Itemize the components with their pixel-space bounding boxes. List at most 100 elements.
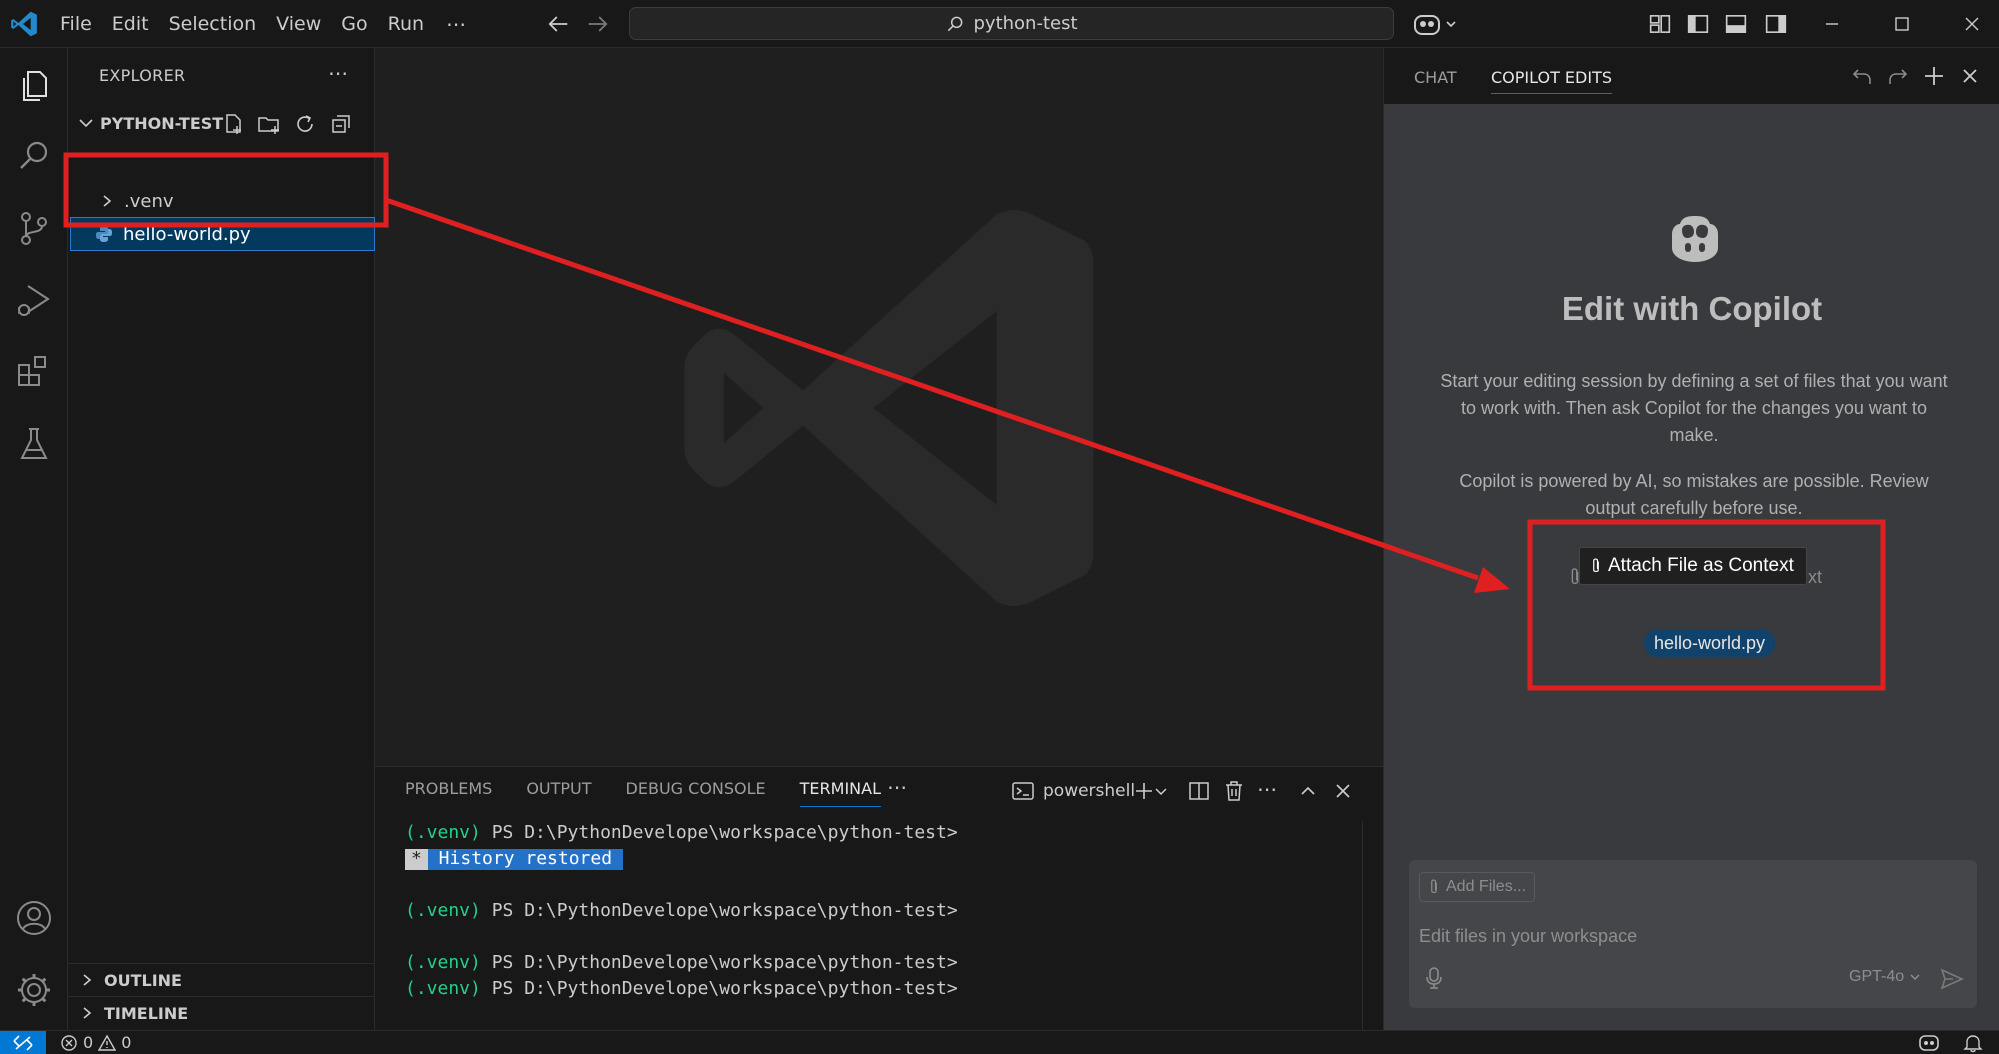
new-file-icon[interactable] xyxy=(220,111,246,137)
menu-view[interactable]: View xyxy=(266,7,331,41)
testing-flask-icon[interactable] xyxy=(14,424,54,464)
close-panel-icon[interactable] xyxy=(1331,779,1355,803)
venv-tag: (.venv) xyxy=(405,978,481,999)
warning-count: 0 xyxy=(121,1033,132,1052)
minimize-icon[interactable] xyxy=(1816,8,1848,40)
maximize-icon[interactable] xyxy=(1886,8,1918,40)
folder-name: PYTHON-TEST xyxy=(100,113,224,133)
venv-tag: (.venv) xyxy=(405,822,481,843)
terminal-scrollbar[interactable] xyxy=(1362,821,1383,1031)
back-arrow-icon[interactable] xyxy=(544,10,572,38)
tree-item-hello-world[interactable]: hello-world.py xyxy=(70,217,375,251)
add-files-button[interactable]: Add Files... xyxy=(1419,872,1536,902)
outline-label: OUTLINE xyxy=(104,970,182,990)
split-terminal-icon[interactable] xyxy=(1187,779,1211,803)
terminal-line: (.venv) PS D:\PythonDevelope\workspace\p… xyxy=(405,978,958,1005)
terminal-more-button[interactable]: ⋯ xyxy=(1257,779,1281,803)
run-and-debug-icon[interactable] xyxy=(14,280,54,320)
undo-icon[interactable] xyxy=(1850,64,1874,88)
outline-section[interactable]: OUTLINE xyxy=(68,963,375,996)
chevron-down-icon xyxy=(1908,970,1922,984)
copilot-title: Edit with Copilot xyxy=(1561,290,1823,327)
forward-arrow-icon[interactable] xyxy=(584,10,612,38)
terminal-output[interactable]: (.venv) PS D:\PythonDevelope\workspace\p… xyxy=(405,822,958,1005)
problems-status[interactable]: 0 0 xyxy=(60,1033,131,1052)
tree-item-label: hello-world.py xyxy=(123,223,251,245)
copilot-header: CHAT COPILOT EDITS xyxy=(1384,48,1999,104)
explorer-sidebar: EXPLORER ⋯ PYTHON-TEST .venv hello-world… xyxy=(68,48,375,1030)
manage-gear-icon[interactable] xyxy=(14,970,54,1010)
remote-indicator-icon[interactable] xyxy=(0,1031,46,1054)
explorer-title: EXPLORER xyxy=(99,66,186,85)
command-center-label: python-test xyxy=(973,13,1078,34)
copilot-status-icon[interactable] xyxy=(1918,1033,1940,1053)
edit-input-placeholder[interactable]: Edit files in your workspace xyxy=(1419,926,1637,947)
chevron-down-icon xyxy=(76,113,96,133)
timeline-section[interactable]: TIMELINE xyxy=(68,996,375,1029)
maximize-panel-chevron-up-icon[interactable] xyxy=(1296,779,1320,803)
explorer-more-button[interactable]: ⋯ xyxy=(328,61,348,85)
copilot-input-box[interactable]: Add Files... Edit files in your workspac… xyxy=(1409,860,1977,1008)
folder-header[interactable]: PYTHON-TEST xyxy=(68,108,375,138)
redo-icon[interactable] xyxy=(1886,64,1910,88)
title-bar: File Edit Selection View Go Run ⋯ python… xyxy=(0,0,1999,48)
tab-terminal[interactable]: TERMINAL xyxy=(799,779,882,807)
tab-copilot-edits[interactable]: COPILOT EDITS xyxy=(1491,68,1613,94)
editor-area xyxy=(375,48,1383,766)
attach-hint-text: xt xyxy=(1808,566,1823,587)
timeline-label: TIMELINE xyxy=(104,1003,189,1023)
extensions-icon[interactable] xyxy=(14,352,54,392)
attached-file-chip[interactable]: hello-world.py xyxy=(1644,629,1776,657)
model-picker[interactable]: GPT-4o xyxy=(1849,968,1922,986)
refresh-icon[interactable] xyxy=(292,111,318,137)
new-edit-session-plus-icon[interactable] xyxy=(1922,64,1946,88)
tab-problems[interactable]: PROBLEMS xyxy=(405,779,492,807)
new-folder-icon[interactable] xyxy=(256,111,282,137)
explorer-icon[interactable] xyxy=(14,66,54,106)
menu-go[interactable]: Go xyxy=(331,7,377,41)
status-bar: 0 0 xyxy=(0,1030,1999,1054)
terminal-selector[interactable]: powershell xyxy=(1011,779,1135,803)
terminal-line: (.venv) PS D:\PythonDevelope\workspace\p… xyxy=(405,822,958,849)
chevron-right-icon xyxy=(98,192,116,210)
accounts-icon[interactable] xyxy=(14,898,54,938)
activity-bar xyxy=(0,48,68,1030)
toggle-primary-sidebar-icon[interactable] xyxy=(1684,10,1712,38)
menu-run[interactable]: Run xyxy=(378,7,434,41)
send-icon[interactable] xyxy=(1939,966,1965,992)
history-star: * xyxy=(405,848,428,870)
terminal-line: (.venv) PS D:\PythonDevelope\workspace\p… xyxy=(405,952,958,979)
tab-debug-console[interactable]: DEBUG CONSOLE xyxy=(626,779,766,807)
add-files-label: Add Files... xyxy=(1446,878,1527,895)
copilot-menu-icon[interactable] xyxy=(1412,10,1460,38)
python-file-icon xyxy=(95,225,113,243)
copilot-disclaimer: Copilot is powered by AI, so mistakes ar… xyxy=(1459,471,1929,518)
tab-output[interactable]: OUTPUT xyxy=(526,779,591,807)
search-icon xyxy=(945,14,965,34)
terminal-line: (.venv) PS D:\PythonDevelope\workspace\p… xyxy=(405,900,958,927)
menu-selection[interactable]: Selection xyxy=(159,7,267,41)
source-control-icon[interactable] xyxy=(14,208,54,248)
chevron-right-icon xyxy=(78,1004,96,1022)
microphone-icon[interactable] xyxy=(1423,966,1445,990)
tab-chat[interactable]: CHAT xyxy=(1414,68,1457,87)
kill-terminal-trash-icon[interactable] xyxy=(1222,779,1246,803)
command-center-search[interactable]: python-test xyxy=(629,7,1394,40)
toggle-secondary-sidebar-icon[interactable] xyxy=(1762,10,1790,38)
search-icon[interactable] xyxy=(14,136,54,176)
notifications-bell-icon[interactable] xyxy=(1962,1033,1984,1053)
toggle-panel-icon[interactable] xyxy=(1722,10,1750,38)
collapse-all-icon[interactable] xyxy=(328,111,354,137)
menu-more-button[interactable]: ⋯ xyxy=(434,6,479,42)
menu-file[interactable]: File xyxy=(50,7,102,41)
menu-edit[interactable]: Edit xyxy=(102,7,159,41)
close-copilot-icon[interactable] xyxy=(1958,64,1982,88)
close-window-icon[interactable] xyxy=(1956,8,1988,40)
warning-icon xyxy=(98,1034,117,1052)
copilot-logo-icon xyxy=(1664,208,1726,270)
tree-item-venv[interactable]: .venv xyxy=(68,185,375,217)
panel-more-button[interactable]: ⋯ xyxy=(887,775,907,799)
customize-layout-icon[interactable] xyxy=(1646,10,1674,38)
terminal-dropdown-chevron-icon[interactable] xyxy=(1153,779,1169,803)
